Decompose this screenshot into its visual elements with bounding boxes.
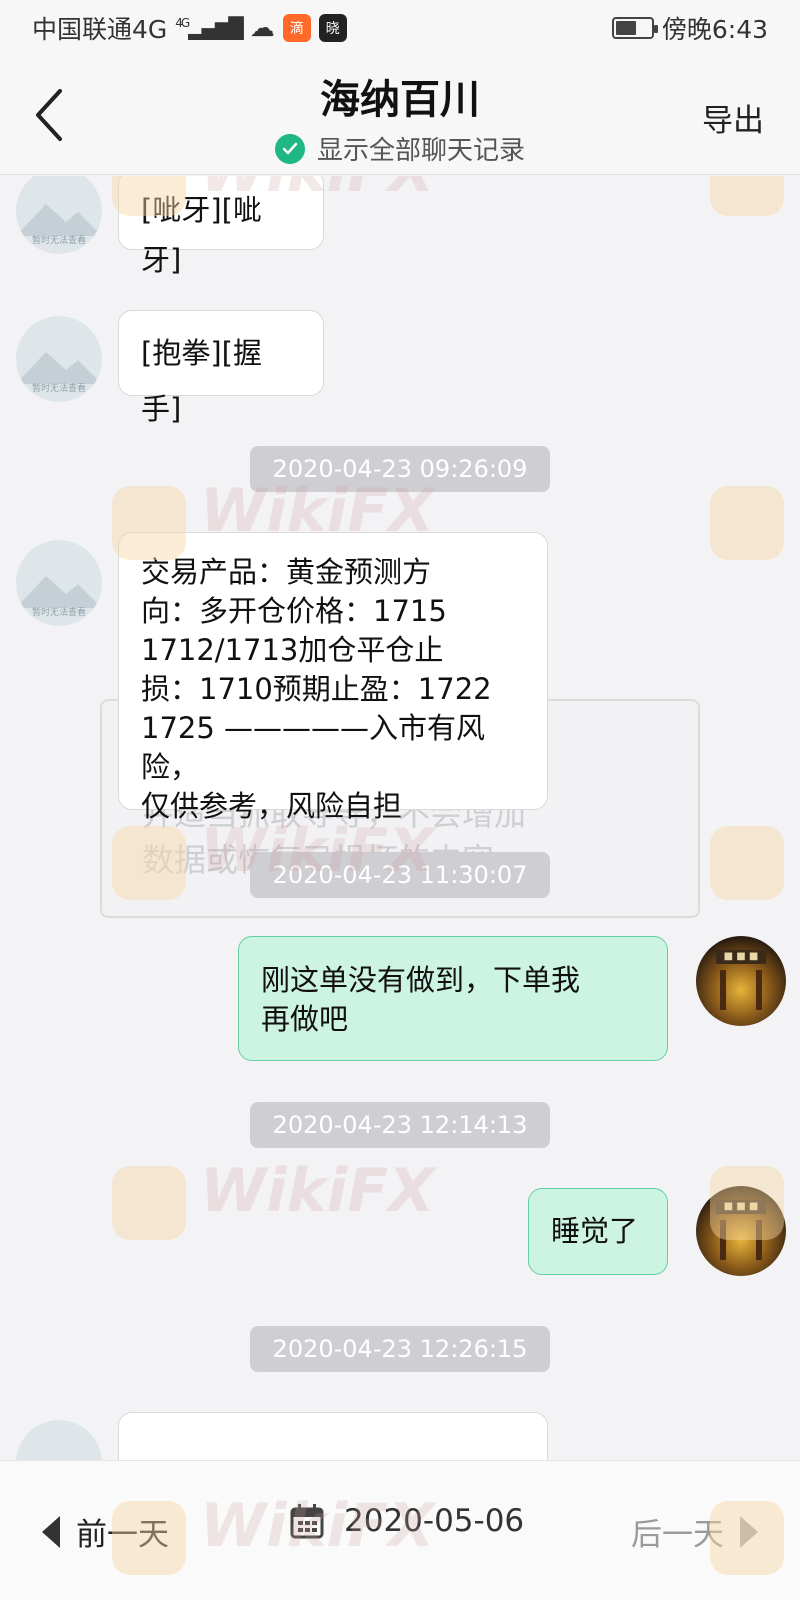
triangle-right-icon: [740, 1515, 758, 1548]
avatar[interactable]: [16, 1420, 102, 1460]
app-notification-icon: 滴: [282, 13, 311, 42]
chat-header: 海纳百川 导出 显示全部聊天记录: [0, 55, 800, 175]
avatar[interactable]: 暂时无法查看: [16, 540, 102, 626]
show-all-label: 显示全部聊天记录: [316, 136, 525, 166]
avatar[interactable]: ■ ■ ■: [696, 936, 786, 1026]
status-left: 中国联通4G 4G▂▄▆█ ☁ 滴 晓: [32, 10, 347, 46]
avatar[interactable]: ■ ■ ■: [696, 1186, 786, 1276]
timestamp: 2020-04-23 12:14:13: [250, 1102, 550, 1148]
avatar[interactable]: 暂时无法查看: [16, 176, 102, 254]
battery-icon: [611, 16, 658, 39]
date-picker[interactable]: 2020-05-06: [290, 1503, 524, 1539]
status-bar: 中国联通4G 4G▂▄▆█ ☁ 滴 晓 傍晚6:43: [0, 0, 800, 55]
watermark: WikiFX: [200, 1156, 435, 1226]
carrier-label: 中国联通4G: [32, 14, 168, 44]
show-all-toggle[interactable]: 显示全部聊天记录: [0, 130, 800, 167]
date-navigation-bar: 前一天 2020-05-06 后一天 WikiFX: [0, 1460, 800, 1600]
check-circle-icon: [274, 133, 305, 164]
avatar[interactable]: 暂时无法查看: [16, 316, 102, 402]
message-bubble[interactable]: [118, 1412, 548, 1460]
watermark-logo-icon: [710, 486, 784, 560]
timestamp: 2020-04-23 12:26:15: [250, 1326, 550, 1372]
triangle-left-icon: [42, 1515, 60, 1548]
message-bubble[interactable]: 交易产品：黄金预测方 向：多开仓价格：1715 1712/1713加仓平仓止 损…: [118, 532, 548, 823]
signal-icon: 4G▂▄▆█: [175, 15, 243, 40]
watermark-logo-icon: [112, 1166, 186, 1240]
message-bubble[interactable]: 刚这单没有做到，下单我 再做吧: [238, 936, 668, 1061]
cloud-icon: ☁: [249, 13, 275, 42]
watermark-logo-icon: [710, 826, 784, 900]
timestamp: 2020-04-23 09:26:09: [250, 446, 550, 492]
message-bubble[interactable]: [抱拳][握手]: [118, 310, 324, 426]
status-right: 傍晚6:43: [611, 10, 768, 46]
timestamp: 2020-04-23 11:30:07: [250, 852, 550, 898]
clock: 傍晚6:43: [661, 14, 768, 44]
message-bubble[interactable]: [呲牙][呲牙]: [118, 176, 324, 277]
selected-date: 2020-05-06: [344, 1503, 525, 1539]
watermark-logo-icon: [710, 176, 784, 216]
message-bubble[interactable]: 睡觉了: [528, 1188, 668, 1275]
previous-day-button[interactable]: 前一天: [40, 1509, 169, 1554]
next-day-button[interactable]: 后一天: [631, 1509, 760, 1554]
app-notification-icon: 晓: [318, 13, 347, 42]
chat-history[interactable]: 并适当抓取导导，不会增加 数据或恢复已损坏的内容。 暂时无法查看 [呲牙][呲牙…: [0, 176, 800, 1460]
calendar-icon: [290, 1504, 324, 1539]
page-title: 海纳百川: [320, 77, 480, 123]
